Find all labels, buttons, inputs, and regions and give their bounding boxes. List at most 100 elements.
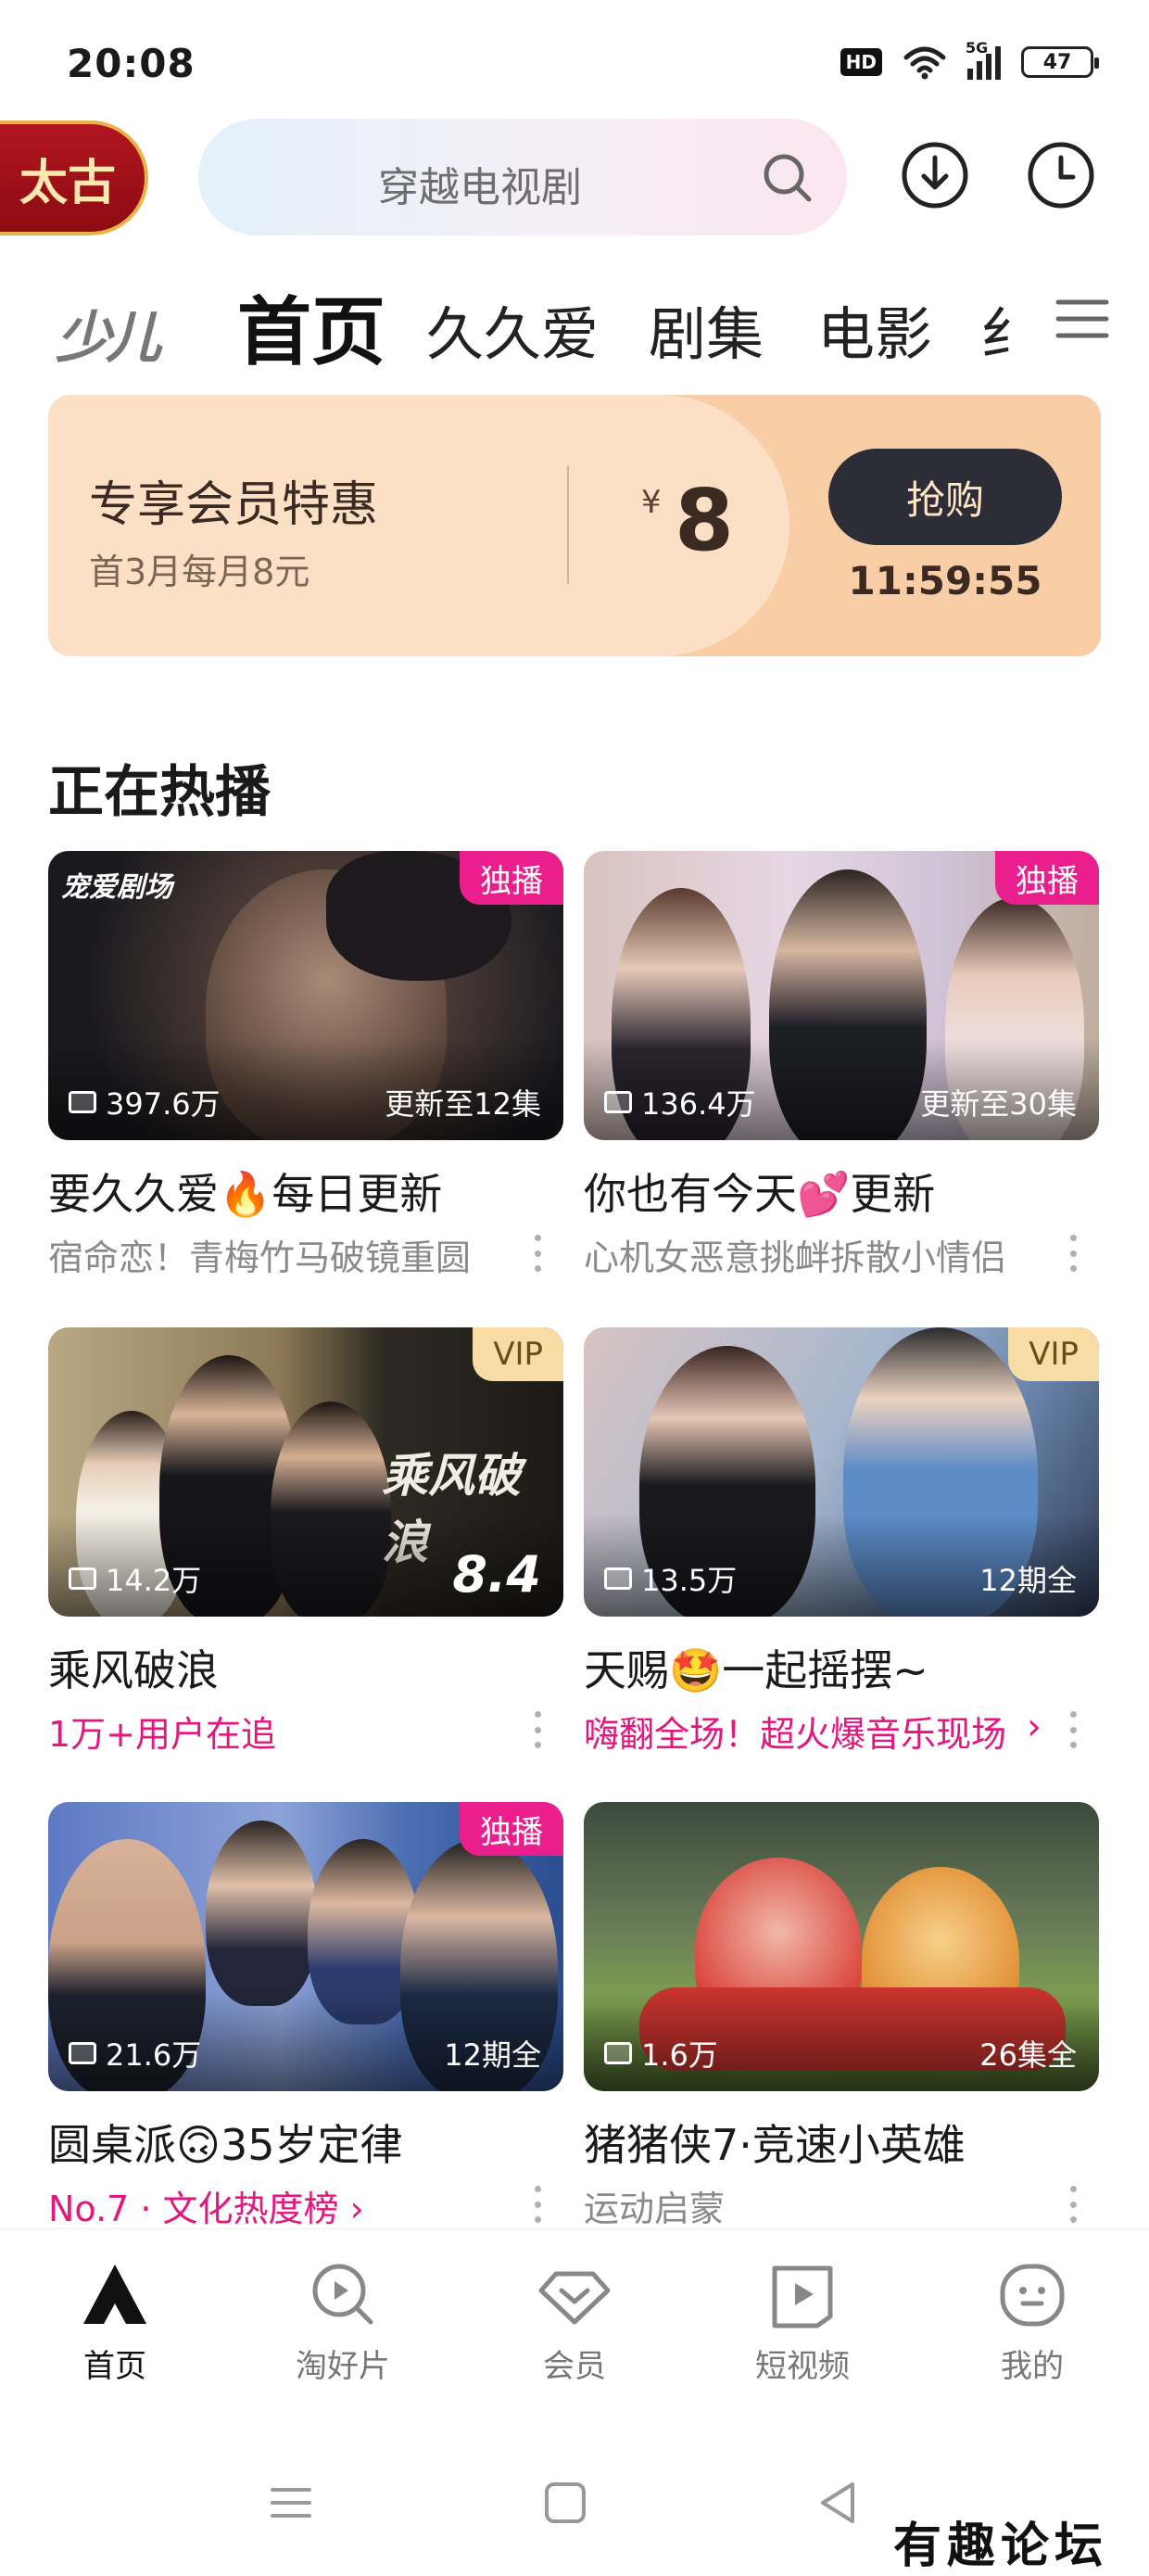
video-thumbnail[interactable]: VIP 13.5万 12期全 (584, 1327, 1099, 1617)
view-count: 1.6万 (604, 2032, 718, 2075)
tab-menu-button[interactable] (1008, 273, 1110, 365)
video-card[interactable]: VIP 13.5万 12期全 天赐🤩一起摇摆~ 嗨翻全场！超火爆音乐现场 › (584, 1327, 1099, 1782)
promo-divider (567, 465, 569, 584)
nav-short-video[interactable]: 短视频 (728, 2255, 877, 2386)
video-thumbnail[interactable]: 1.6万 26集全 (584, 1802, 1099, 2091)
vip-badge: VIP (473, 1327, 563, 1381)
more-options-icon[interactable] (1067, 2186, 1079, 2223)
tab-movies[interactable]: 电影 (817, 287, 932, 371)
nav-label: 首页 (83, 2348, 146, 2385)
section-title: 正在热播 (48, 760, 271, 825)
views-icon (69, 1091, 96, 1113)
card-subtitle[interactable]: No.7 · 文化热度榜 › (48, 2180, 484, 2231)
battery-level: 47 (1042, 50, 1072, 74)
episode-status: 更新至12集 (385, 1086, 541, 1122)
channel-logo-button[interactable]: 太古 (0, 121, 148, 235)
nav-profile[interactable]: 我的 (958, 2255, 1106, 2386)
view-count-value: 13.5万 (641, 1563, 738, 1598)
wifi-icon (903, 46, 946, 80)
exclusive-badge: 独播 (460, 851, 563, 905)
category-tabs: 少儿 首页 久久爱 剧集 电影 纟 (0, 260, 1149, 380)
more-options-icon[interactable] (1067, 1235, 1079, 1272)
search-icon[interactable] (760, 150, 814, 204)
short-video-icon (772, 2265, 833, 2329)
nav-home[interactable]: 首页 (41, 2255, 189, 2386)
nav-discover[interactable]: 淘好片 (269, 2255, 417, 2386)
video-thumbnail[interactable]: 乘风破浪 VIP 14.2万 8.4 (48, 1327, 563, 1617)
rating-score: 8.4 (452, 1545, 541, 1604)
views-icon (604, 1567, 632, 1590)
view-count-value: 397.6万 (106, 1086, 221, 1122)
episode-status: 26集全 (979, 2037, 1077, 2073)
tab-home[interactable]: 首页 (237, 273, 385, 380)
more-options-icon[interactable] (532, 2186, 543, 2223)
card-subtitle: 运动启蒙 (584, 2189, 726, 2229)
views-icon (69, 2042, 96, 2064)
search-input[interactable]: 穿越电视剧 (198, 119, 847, 235)
card-title[interactable]: 乘风破浪 (48, 1637, 563, 1698)
recent-apps-icon[interactable] (263, 2475, 319, 2531)
video-thumbnail[interactable]: 宠爱剧场 独播 397.6万 更新至12集 (48, 851, 563, 1140)
hd-badge: HD (840, 48, 882, 76)
channel-watermark: 宠爱剧场 (61, 871, 172, 904)
tab-series[interactable]: 剧集 (649, 287, 764, 371)
nav-label: 会员 (543, 2348, 606, 2385)
card-title[interactable]: 天赐🤩一起摇摆~ (584, 1637, 1099, 1698)
signal-icon: 5G (966, 39, 1001, 80)
video-card[interactable]: 独播 136.4万 更新至30集 你也有今天💕更新 心机女恶意挑衅拆散小情侣 (584, 851, 1099, 1305)
card-subtitle: 心机女恶意挑衅拆散小情侣 (584, 1237, 1007, 1278)
views-icon (69, 1567, 96, 1590)
view-count-value: 14.2万 (106, 1563, 202, 1598)
chevron-right-icon[interactable]: › (1027, 1706, 1042, 1748)
tab-jiujiuai[interactable]: 久久爱 (426, 287, 599, 371)
view-count: 14.2万 (69, 1557, 201, 1600)
diamond-icon (538, 2271, 611, 2325)
card-title[interactable]: 猪猪侠7·竞速小英雄 (584, 2112, 1099, 2173)
card-title[interactable]: 要久久爱🔥每日更新 (48, 1161, 563, 1222)
exclusive-badge: 独播 (460, 1802, 563, 1856)
video-card[interactable]: 宠爱剧场 独播 397.6万 更新至12集 要久久爱🔥每日更新 宿命恋！青梅竹马… (48, 851, 563, 1305)
video-card[interactable]: 独播 21.6万 12期全 圆桌派🙃35岁定律 No.7 · 文化热度榜 › (48, 1802, 563, 2256)
view-count: 397.6万 (69, 1081, 221, 1123)
menu-icon (1055, 299, 1109, 338)
episode-status: 12期全 (979, 1563, 1077, 1598)
video-card[interactable]: 乘风破浪 VIP 14.2万 8.4 乘风破浪 1万+用户在追 (48, 1327, 563, 1782)
more-options-icon[interactable] (532, 1711, 543, 1748)
battery-icon: 47 (1021, 46, 1099, 78)
episode-status: 12期全 (444, 2037, 541, 2073)
promo-countdown: 11:59:55 (848, 558, 1042, 603)
card-subtitle: 宿命恋！青梅竹马破镜重圆 (48, 1237, 472, 1278)
card-title[interactable]: 圆桌派🙃35岁定律 (48, 2112, 563, 2173)
status-bar: 20:08 HD 5G 47 (0, 0, 1149, 121)
view-count-value: 136.4万 (641, 1086, 756, 1122)
download-icon[interactable] (899, 139, 971, 211)
status-time: 20:08 (67, 41, 196, 86)
vip-promo-banner[interactable]: 专享会员特惠 首3月每月8元 ¥ 8 抢购 11:59:55 (48, 395, 1101, 656)
discover-search-icon (312, 2264, 373, 2325)
home-button-icon[interactable] (537, 2475, 593, 2531)
view-count-value: 1.6万 (641, 2037, 718, 2073)
video-card[interactable]: 1.6万 26集全 猪猪侠7·竞速小英雄 运动启蒙 (584, 1802, 1099, 2256)
history-icon[interactable] (1025, 139, 1097, 211)
search-placeholder: 穿越电视剧 (378, 164, 582, 211)
view-count: 136.4万 (604, 1081, 756, 1123)
forum-watermark: 有趣论坛 (892, 2518, 1108, 2574)
promo-price: 8 (675, 471, 735, 570)
back-icon[interactable] (812, 2475, 867, 2531)
promo-currency: ¥ (641, 484, 662, 521)
more-options-icon[interactable] (1067, 1711, 1079, 1748)
bottom-nav: 首页 淘好片 会员 短视频 我的 (0, 2228, 1149, 2410)
buy-button[interactable]: 抢购 (828, 449, 1062, 545)
more-options-icon[interactable] (532, 1235, 543, 1272)
video-thumbnail[interactable]: 独播 21.6万 12期全 (48, 1802, 563, 2091)
network-label: 5G (966, 39, 989, 57)
home-icon (83, 2265, 146, 2324)
tab-kids[interactable]: 少儿 (56, 293, 161, 374)
nav-vip[interactable]: 会员 (500, 2255, 649, 2386)
nav-label: 短视频 (755, 2348, 850, 2385)
nav-label: 淘好片 (296, 2348, 390, 2385)
nav-label: 我的 (1001, 2348, 1064, 2385)
video-thumbnail[interactable]: 独播 136.4万 更新至30集 (584, 851, 1099, 1140)
card-title[interactable]: 你也有今天💕更新 (584, 1161, 1099, 1222)
views-icon (604, 2042, 632, 2064)
